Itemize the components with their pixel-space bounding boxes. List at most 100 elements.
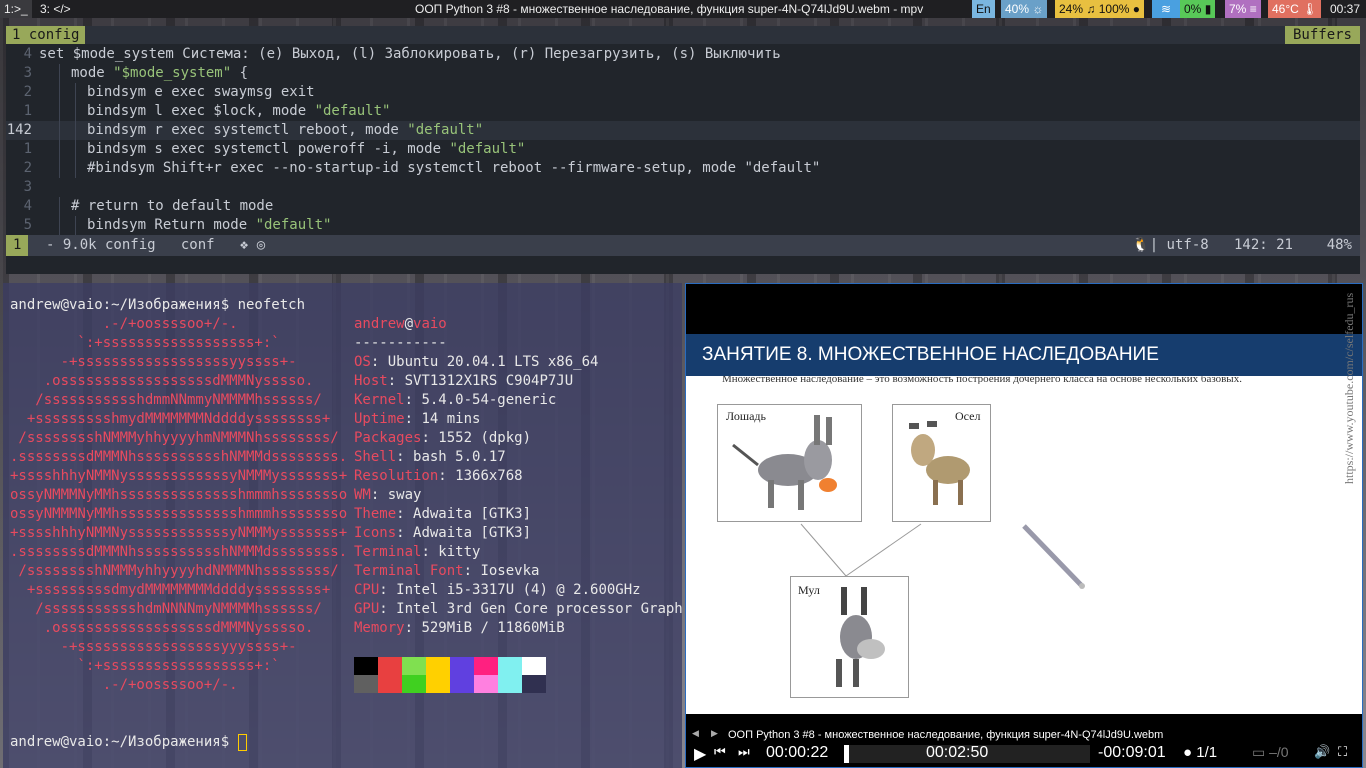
info-row: GPU: Intel 3rd Gen Core processor Graph [354, 601, 682, 617]
palette-swatch [402, 657, 426, 675]
palette-swatch [474, 675, 498, 693]
keyboard-layout-indicator[interactable]: En [972, 0, 995, 18]
editor-window[interactable]: 1 config Buffers 4 set $mode_system Систе… [6, 26, 1360, 274]
info-row: Terminal: kitty [354, 544, 481, 560]
prompt-line[interactable]: andrew@vaio:~/Изображения$ [10, 733, 247, 752]
palette-swatch [522, 675, 546, 693]
logo-line: /sssssssshNMMMyhhyyyyhmNMMMNhssssssss/ [10, 430, 339, 446]
info-key: GPU [354, 601, 380, 617]
next-playlist-icon[interactable]: ▶ [711, 728, 718, 739]
workspace-1-button[interactable]: 1:>_ [0, 0, 32, 18]
line-number: 5 [23, 217, 32, 233]
temperature-indicator[interactable]: 46°C 🌡 [1268, 0, 1322, 18]
video-player-window[interactable]: ЗАНЯТИЕ 8. МНОЖЕСТВЕННОЕ НАСЛЕДОВАНИЕ Мн… [685, 283, 1363, 768]
skip-back-button[interactable]: ⏮ [714, 744, 726, 760]
logo-line: .ossssssssssssssssssdMMMNysssso. [10, 620, 314, 636]
watermark-url: https://www.youtube.com/c/selfedu_rus [1342, 292, 1356, 484]
editor-line[interactable]: 2 #bindsym Shift+r exec --no-startup-id s… [6, 159, 1360, 178]
info-value: 1552 (dpkg) [438, 430, 532, 446]
clock: 00:37 [1330, 2, 1361, 16]
logo-line: .ssssssssdMMMNhsssssssssshNMMMdssssssss. [10, 544, 348, 560]
logo-line: ossyNMMMNyMMhsssssssssssssshmmmhssssssso [10, 487, 348, 503]
info-key: WM [354, 487, 371, 503]
battery-icon: ▮ [1204, 2, 1212, 16]
info-key: Packages [354, 430, 422, 446]
info-key: Host [354, 373, 388, 389]
playlist-counter[interactable]: ● 1/1 [1183, 744, 1217, 761]
workspace-3-button[interactable]: 3: </> [36, 0, 75, 18]
info-row: Kernel: 5.4.0-54-generic [354, 392, 557, 408]
line-number: 1 [23, 141, 32, 157]
battery-indicator[interactable]: 0% ▮ [1180, 0, 1216, 18]
editor-line[interactable]: 1 bindsym l exec $lock, mode "default" [6, 102, 1360, 121]
editor-line[interactable]: 2 bindsym e exec swaymsg exit [6, 83, 1360, 102]
indent-guide [59, 140, 60, 159]
line-text: set $mode_system Система: (e) Выход, (l)… [39, 46, 781, 62]
text-cursor [237, 733, 247, 751]
volume-button[interactable]: 🔊 [1314, 744, 1330, 760]
indent-guide [75, 216, 76, 235]
wifi-indicator[interactable]: ≋ [1152, 0, 1180, 18]
playlist-icon: ● [1183, 744, 1193, 761]
info-value: Ubuntu 20.04.1 LTS x86_64 [387, 354, 599, 370]
line-number: 142 [6, 122, 32, 138]
logo-line: +ssssssssshmydMMMMMMMNddddyssssssss+ [10, 411, 331, 427]
editor-line[interactable]: 1 bindsym s exec systemctl poweroff -i, m… [6, 140, 1360, 159]
statusline-left: - 9.0k config conf ❖ ◎ [46, 237, 266, 253]
info-value: 14 mins [421, 411, 481, 427]
statusline-right: 🐧| utf-8 142: 21 48% [1132, 237, 1352, 253]
editor-line[interactable]: 5 bindsym Return mode "default" [6, 216, 1360, 235]
subtitles-icon: ▭ [1252, 744, 1266, 760]
line-text: bindsym l exec $lock, mode "default" [87, 103, 391, 119]
line-text: #bindsym Shift+r exec --no-startup-id sy… [87, 160, 821, 176]
user-host: andrew@vaio [354, 316, 447, 332]
info-row: Terminal Font: Iosevka [354, 563, 540, 579]
prev-playlist-icon[interactable]: ◀ [692, 728, 699, 739]
editor-statusline: 1 - 9.0k config conf ❖ ◎ 🐧| utf-8 142: 2… [6, 235, 1360, 256]
logo-line: .-/+oossssoo+/-. [10, 316, 238, 332]
buffer-number: 1 [6, 235, 29, 256]
time-position[interactable]: 00:00:22 [766, 744, 828, 762]
video-frame[interactable]: ЗАНЯТИЕ 8. МНОЖЕСТВЕННОЕ НАСЛЕДОВАНИЕ Мн… [686, 293, 1362, 714]
volume-indicator[interactable]: 24% ♫ 100% ● [1055, 0, 1145, 18]
info-key: Memory [354, 620, 405, 636]
logo-line: /ssssssssssshdmNNNNmyNMMMMhssssss/ [10, 601, 322, 617]
cpu-indicator[interactable]: 7% ≡ [1225, 0, 1261, 18]
editor-line[interactable]: 3 mode "$mode_system" { [6, 64, 1360, 83]
info-key: Kernel [354, 392, 405, 408]
tab-config[interactable]: 1 config [6, 26, 86, 44]
time-remaining[interactable]: -00:09:01 [1098, 744, 1166, 762]
logo-line: .ssssssssdMMMNhsssssssssshNMMMdssssssss. [10, 449, 348, 465]
logo-line: /sssssssshNMMMyhhyyyyhdNMMMNhssssssss/ [10, 563, 339, 579]
info-value: bash 5.0.17 [413, 449, 506, 465]
logo-line: +sssssssssdmydMMMMMMMMddddyssssssss+ [10, 582, 331, 598]
play-button[interactable]: ▶ [694, 744, 706, 764]
info-value: SVT1312X1RS C904P7JU [404, 373, 574, 389]
info-value: Intel 3rd Gen Core processor Graph [396, 601, 682, 617]
editor-line[interactable]: 4 set $mode_system Система: (e) Выход, (l… [6, 45, 1360, 64]
info-row: Resolution: 1366x768 [354, 468, 523, 484]
fullscreen-button[interactable]: ⛶ [1338, 744, 1347, 760]
buffers-label: Buffers [1284, 26, 1360, 44]
separator: ----------- [354, 335, 447, 351]
editor-line[interactable]: 3 [6, 178, 1360, 197]
info-row: Packages: 1552 (dpkg) [354, 430, 532, 446]
duration-label: 00:02:50 [926, 744, 989, 761]
line-text: # return to default mode [71, 198, 274, 214]
skip-forward-button[interactable]: ⏭ [738, 744, 750, 760]
logo-line: `:+ssssssssssssssssss+:` [10, 335, 280, 351]
terminal-window[interactable]: andrew@vaio:~/Изображения$ neofetch .-/+… [3, 283, 682, 768]
editor-line[interactable]: 142 bindsym r exec systemctl reboot, mode… [6, 121, 1360, 140]
indent-guide [59, 121, 60, 140]
brightness-indicator[interactable]: 40% ☼ [1001, 0, 1048, 18]
indent-guide [75, 83, 76, 102]
subtitle-selector[interactable]: ▭ –/0 [1252, 744, 1289, 761]
line-number: 4 [23, 198, 32, 214]
info-value: 5.4.0-54-generic [421, 392, 557, 408]
info-row: WM: sway [354, 487, 422, 503]
tabline: 1 config Buffers [6, 26, 1360, 44]
indent-guide [75, 102, 76, 121]
editor-line[interactable]: 4 # return to default mode [6, 197, 1360, 216]
info-value: 529MiB / 11860MiB [421, 620, 565, 636]
brightness-icon: ☼ [1032, 2, 1044, 16]
